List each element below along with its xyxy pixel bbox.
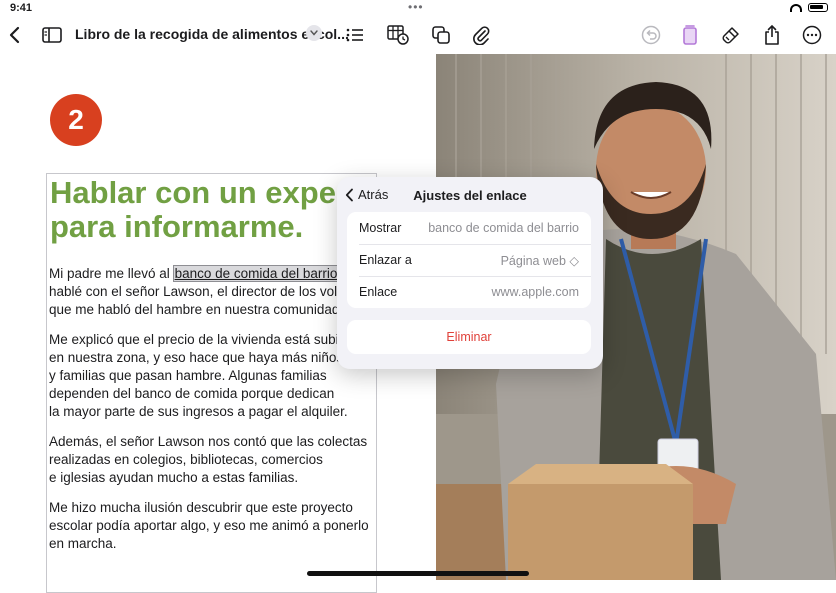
- share-icon[interactable]: [757, 20, 787, 50]
- chevron-down-icon[interactable]: [306, 25, 322, 41]
- toolbar: Libro de la recogida de alimentos escol.…: [0, 16, 836, 54]
- heading-line-1: Hablar con un expert: [50, 176, 359, 210]
- row-link-type[interactable]: Enlazar a Página web ◇: [347, 244, 591, 276]
- paragraph-2-line: en nuestra zona, y eso hace que haya más…: [49, 350, 344, 365]
- table-clock-icon[interactable]: [383, 20, 413, 50]
- paragraph-2-line: y familias que pasan hambre. Algunas fam…: [49, 368, 327, 383]
- more-icon[interactable]: [797, 20, 827, 50]
- paragraph-4-line: Me hizo mucha ilusión descubrir que este…: [49, 500, 353, 515]
- paragraph-2[interactable]: Me explicó que el precio de la vivienda …: [49, 331, 348, 421]
- paperclip-icon[interactable]: [466, 20, 496, 50]
- paragraph-4-line: escolar podía aportar algo, y eso me ani…: [49, 518, 369, 533]
- paragraph-3-line: realizadas en colegios, bibliotecas, com…: [49, 452, 323, 467]
- row-display-text[interactable]: Mostrar banco de comida del barrio: [347, 212, 591, 244]
- brush-icon[interactable]: [716, 20, 746, 50]
- status-bar: 9:41 •••: [0, 0, 836, 16]
- row-label: Enlace: [359, 285, 398, 299]
- row-label: Mostrar: [359, 221, 402, 235]
- multitasking-dots[interactable]: •••: [408, 0, 424, 14]
- paragraph-1-line-3: que me habló del hambre en nuestra comun…: [49, 302, 344, 317]
- paragraph-1-start: Mi padre me llevó al: [49, 266, 174, 281]
- status-icons: [790, 3, 828, 12]
- step-number-badge: 2: [50, 94, 102, 146]
- list-icon[interactable]: [340, 20, 370, 50]
- home-indicator[interactable]: [307, 571, 529, 576]
- popover-title: Ajustes del enlace: [413, 188, 527, 203]
- document-icon[interactable]: [675, 20, 705, 50]
- paragraph-1-line-2: hablé con el señor Lawson, el director d…: [49, 284, 353, 299]
- status-time: 9:41: [10, 2, 33, 14]
- battery-icon: [808, 3, 828, 12]
- paragraph-4[interactable]: Me hizo mucha ilusión descubrir que este…: [49, 499, 369, 553]
- paragraph-3-line: Además, el señor Lawson nos contó que la…: [49, 434, 368, 449]
- delete-link-button[interactable]: Eliminar: [347, 320, 591, 354]
- layers-icon[interactable]: [426, 20, 456, 50]
- wifi-icon: [790, 3, 802, 12]
- heading-line-2: para informarme.: [50, 209, 304, 244]
- undo-icon[interactable]: [636, 20, 666, 50]
- paragraph-3[interactable]: Además, el señor Lawson nos contó que la…: [49, 433, 367, 487]
- link-settings-group: Mostrar banco de comida del barrio Enlaz…: [347, 212, 591, 308]
- paragraph-2-line: la mayor parte de sus ingresos a pagar e…: [49, 404, 348, 419]
- row-label: Enlazar a: [359, 253, 412, 267]
- back-icon[interactable]: [0, 20, 30, 50]
- row-link-url[interactable]: Enlace www.apple.com: [347, 276, 591, 308]
- section-heading[interactable]: Hablar con un expert para informarme.: [50, 176, 380, 244]
- link-type-selector[interactable]: Página web ◇: [501, 253, 579, 268]
- paragraph-2-line: Me explicó que el precio de la vivienda …: [49, 332, 339, 347]
- paragraph-1[interactable]: Mi padre me llevó al banco de comida del…: [49, 265, 352, 319]
- selected-link[interactable]: banco de comida del barrio: [172, 265, 340, 282]
- paragraph-3-line: e iglesias ayudan mucho a estas familias…: [49, 470, 299, 485]
- link-settings-popover: Atrás Ajustes del enlace Mostrar banco d…: [337, 177, 603, 369]
- paragraph-2-line: dependen del banco de comida porque dedi…: [49, 386, 335, 401]
- link-url-field[interactable]: www.apple.com: [491, 285, 579, 299]
- display-text-field[interactable]: banco de comida del barrio: [428, 221, 579, 235]
- paragraph-4-line: en marcha.: [49, 536, 117, 551]
- sidebar-icon[interactable]: [37, 20, 67, 50]
